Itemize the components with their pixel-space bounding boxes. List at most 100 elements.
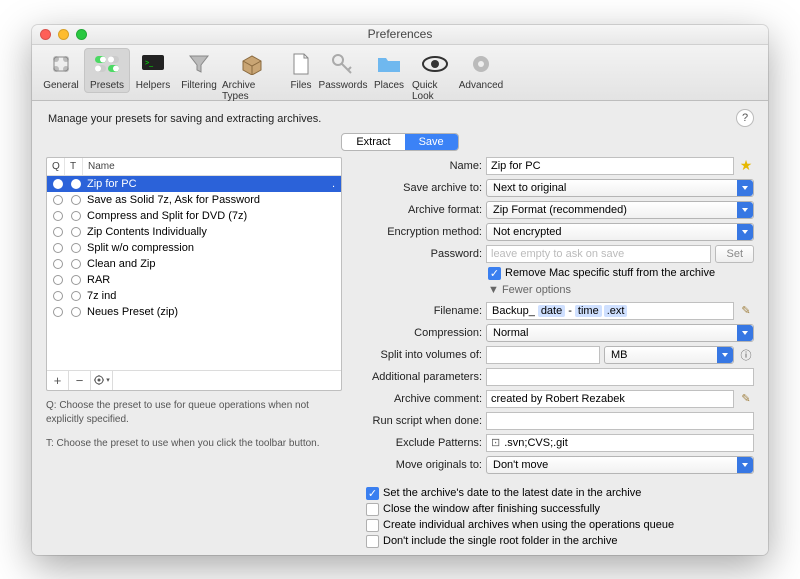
- move-originals-select[interactable]: Don't move: [486, 456, 754, 474]
- eye-icon: [421, 50, 449, 78]
- hint-q: Q: Choose the preset to use for queue op…: [46, 399, 342, 427]
- save-archive-to-select[interactable]: Next to original: [486, 179, 754, 197]
- toolbar-quick-look[interactable]: Quick Look: [412, 48, 458, 104]
- toolbar-radio[interactable]: [71, 259, 81, 269]
- fewer-options-disclosure[interactable]: ▼ Fewer options: [488, 284, 754, 296]
- toolbar-places[interactable]: Places: [366, 48, 412, 93]
- page-subtitle: Manage your presets for saving and extra…: [48, 113, 754, 125]
- segment-save[interactable]: Save: [405, 134, 458, 150]
- toolbar-radio[interactable]: [71, 195, 81, 205]
- preset-row[interactable]: Split w/o compression: [47, 240, 341, 256]
- preferences-body: Manage your presets for saving and extra…: [32, 101, 768, 555]
- key-icon: [329, 50, 357, 78]
- folder-icon: [375, 50, 403, 78]
- split-size-input[interactable]: [486, 346, 600, 364]
- toolbar-archive-types[interactable]: Archive Types: [222, 48, 282, 104]
- run-script-input[interactable]: [486, 412, 754, 430]
- preset-row[interactable]: Zip Contents Individually: [47, 224, 341, 240]
- toolbar-radio[interactable]: [71, 179, 81, 189]
- preset-name: Save as Solid 7z, Ask for Password: [85, 194, 341, 206]
- titlebar: Preferences: [32, 25, 768, 45]
- toggle-icon: [93, 50, 121, 78]
- help-button[interactable]: ?: [736, 109, 754, 127]
- toolbar-advanced[interactable]: Advanced: [458, 48, 504, 93]
- mode-segmented: Extract Save: [341, 133, 458, 151]
- preferences-window: Preferences General Presets >_ Helpers F…: [32, 25, 768, 555]
- archive-comment-input[interactable]: created by Robert Rezabek: [486, 390, 734, 408]
- hint-t: T: Choose the preset to use when you cli…: [46, 437, 342, 451]
- preset-row[interactable]: Clean and Zip: [47, 256, 341, 272]
- toolbar-filtering[interactable]: Filtering: [176, 48, 222, 93]
- toolbar-helpers[interactable]: >_ Helpers: [130, 48, 176, 93]
- compression-select[interactable]: Normal: [486, 324, 754, 342]
- window-title: Preferences: [32, 27, 768, 41]
- favorite-star-icon[interactable]: ★: [738, 158, 754, 174]
- preset-name: Zip Contents Individually: [85, 226, 341, 238]
- remove-mac-stuff-checkbox[interactable]: ✓: [488, 267, 501, 280]
- preset-row[interactable]: Neues Preset (zip): [47, 304, 341, 320]
- box-icon: [238, 50, 266, 78]
- preferences-toolbar: General Presets >_ Helpers Filtering Arc…: [32, 45, 768, 101]
- archive-format-select[interactable]: Zip Format (recommended): [486, 201, 754, 219]
- terminal-icon: >_: [139, 50, 167, 78]
- preset-name: Clean and Zip: [85, 258, 341, 270]
- queue-radio[interactable]: [53, 227, 63, 237]
- queue-radio[interactable]: [53, 179, 63, 189]
- toolbar-files[interactable]: Files: [282, 48, 320, 93]
- toolbar-general[interactable]: General: [38, 48, 84, 93]
- set-archive-date-checkbox[interactable]: ✓: [366, 487, 379, 500]
- preset-name: Compress and Split for DVD (7z): [85, 210, 341, 222]
- toolbar-presets[interactable]: Presets: [84, 48, 130, 93]
- toolbar-radio[interactable]: [71, 291, 81, 301]
- queue-radio[interactable]: [53, 243, 63, 253]
- preset-name: Neues Preset (zip): [85, 306, 341, 318]
- preset-name: 7z ind: [85, 290, 341, 302]
- preset-row[interactable]: 7z ind: [47, 288, 341, 304]
- list-footer: + − ▾: [47, 370, 341, 390]
- queue-radio[interactable]: [53, 259, 63, 269]
- gear-icon: [467, 50, 495, 78]
- additional-params-input[interactable]: [486, 368, 754, 386]
- preset-form: Name: Zip for PC ★ Save archive to: Next…: [360, 157, 754, 551]
- toolbar-radio[interactable]: [71, 227, 81, 237]
- queue-radio[interactable]: [53, 291, 63, 301]
- toolbar-radio[interactable]: [71, 275, 81, 285]
- edit-comment-icon[interactable]: ✎: [738, 392, 754, 405]
- queue-radio[interactable]: [53, 211, 63, 221]
- password-input[interactable]: leave empty to ask on save: [486, 245, 711, 263]
- list-header: Q T Name: [47, 158, 341, 176]
- preset-name: Split w/o compression: [85, 242, 341, 254]
- preset-row[interactable]: Zip for PC.: [47, 176, 341, 192]
- skip-root-folder-checkbox[interactable]: [366, 535, 379, 548]
- individual-archives-checkbox[interactable]: [366, 519, 379, 532]
- preset-row[interactable]: RAR: [47, 272, 341, 288]
- preset-rows-container: Zip for PC. Save as Solid 7z, Ask for Pas…: [47, 176, 341, 370]
- preset-row[interactable]: Save as Solid 7z, Ask for Password: [47, 192, 341, 208]
- toolbar-radio[interactable]: [71, 243, 81, 253]
- filename-input[interactable]: Backup_ date - time .ext: [486, 302, 734, 320]
- toolbar-radio[interactable]: [71, 307, 81, 317]
- add-preset-button[interactable]: +: [47, 371, 69, 390]
- preset-list: Q T Name Zip for PC. Save as Solid 7z, As…: [46, 157, 342, 391]
- split-help-icon[interactable]: ⓘ: [738, 347, 754, 363]
- password-set-button[interactable]: Set: [715, 245, 754, 263]
- name-input[interactable]: Zip for PC: [486, 157, 734, 175]
- funnel-icon: [185, 50, 213, 78]
- queue-radio[interactable]: [53, 307, 63, 317]
- toolbar-radio[interactable]: [71, 211, 81, 221]
- remove-preset-button[interactable]: −: [69, 371, 91, 390]
- preset-actions-button[interactable]: ▾: [91, 371, 113, 390]
- close-window-checkbox[interactable]: [366, 503, 379, 516]
- sliders-icon: [47, 50, 75, 78]
- queue-radio[interactable]: [53, 195, 63, 205]
- split-unit-select[interactable]: MB: [604, 346, 734, 364]
- exclude-patterns-input[interactable]: ⊡.svn;CVS;.git: [486, 434, 754, 452]
- encryption-method-select[interactable]: Not encrypted: [486, 223, 754, 241]
- preset-name: Zip for PC.: [85, 178, 341, 190]
- segment-extract[interactable]: Extract: [342, 134, 404, 150]
- preset-row[interactable]: Compress and Split for DVD (7z): [47, 208, 341, 224]
- toolbar-passwords[interactable]: Passwords: [320, 48, 366, 93]
- queue-radio[interactable]: [53, 275, 63, 285]
- preset-name: RAR: [85, 274, 341, 286]
- edit-filename-icon[interactable]: ✎: [738, 304, 754, 317]
